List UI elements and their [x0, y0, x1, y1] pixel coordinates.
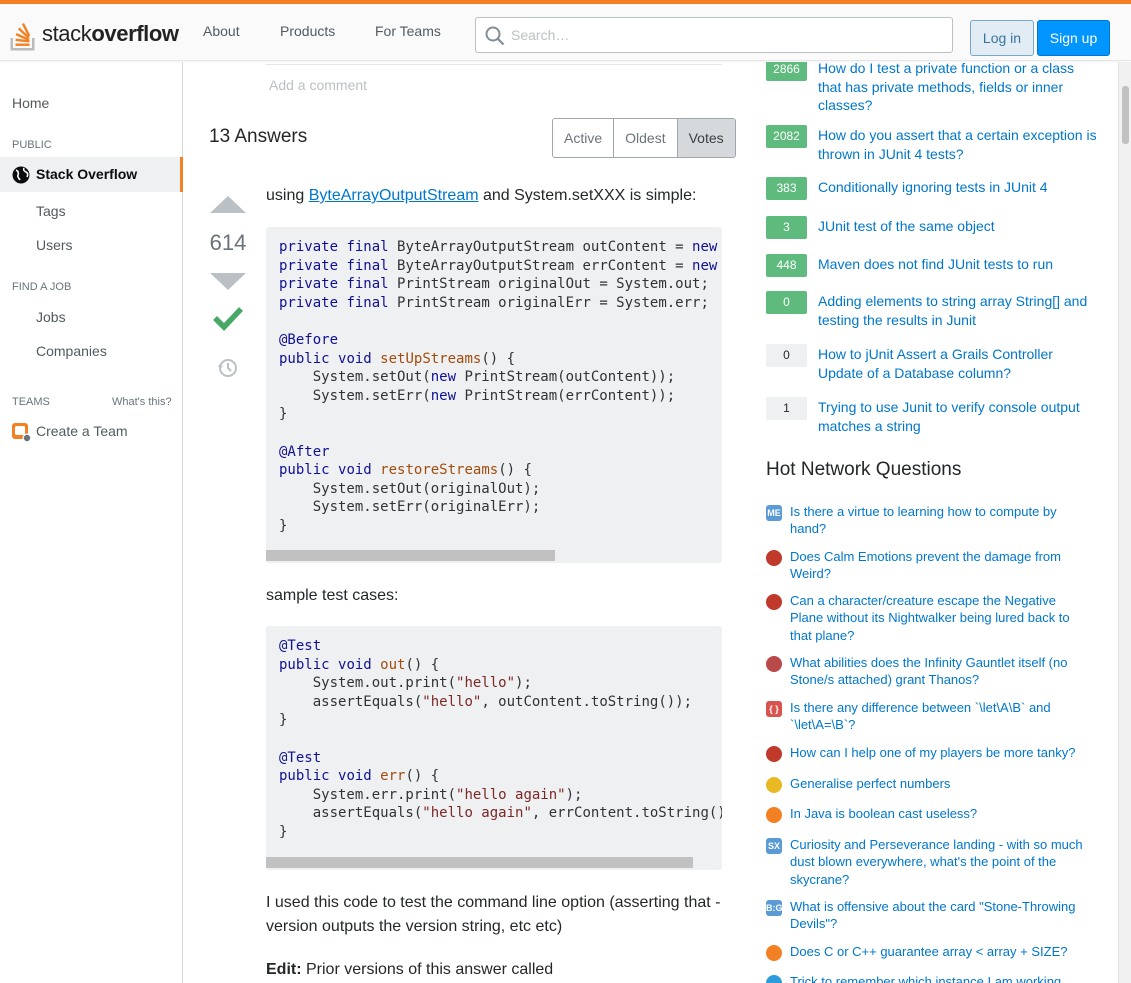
rpg-icon [766, 550, 782, 566]
question-score[interactable]: 2866 [766, 62, 807, 81]
search-icon [485, 26, 505, 46]
divider [266, 64, 722, 65]
tab-votes[interactable]: Votes [677, 119, 735, 157]
stackoverflow-icon [766, 807, 782, 823]
code-block-tests: @Test public void out() { System.out.pri… [266, 626, 722, 870]
search-box[interactable] [475, 17, 953, 53]
linked-question-link[interactable]: JUnit test of the same object [818, 217, 1098, 236]
answer-paragraph: I used this code to test the command lin… [266, 894, 721, 935]
rpg-icon [766, 594, 782, 610]
superuser-icon [766, 975, 782, 983]
hot-network-link[interactable]: Does C or C++ guarantee array < array + … [790, 943, 1090, 960]
tex-icon: { } [766, 701, 782, 717]
hot-network-link[interactable]: Can a character/creature escape the Nega… [790, 592, 1090, 644]
tab-oldest[interactable]: Oldest [614, 119, 678, 157]
hot-network-link[interactable]: Does Calm Emotions prevent the damage fr… [790, 548, 1090, 583]
top-bar: stackoverflow About Products For Teams L… [0, 0, 1131, 61]
hot-network-title: Hot Network Questions [766, 459, 962, 480]
edit-note: Edit: Prior versions of this answer call… [266, 961, 554, 978]
page-scrollbar-thumb[interactable] [1122, 86, 1129, 144]
linked-question-link[interactable]: How to jUnit Assert a Grails Controller … [818, 345, 1098, 382]
question-score[interactable]: 0 [766, 344, 807, 367]
rpg-icon [766, 746, 782, 762]
tab-active[interactable]: Active [553, 119, 615, 157]
teams-icon [12, 423, 32, 443]
linked-question-link[interactable]: How do I test a private function or a cl… [818, 62, 1098, 115]
scifi-icon [766, 656, 782, 672]
sidebar-heading-teams: TEAMS [12, 396, 50, 408]
add-comment-link[interactable]: Add a comment [269, 77, 367, 93]
logo-text: stackoverflow [42, 21, 179, 46]
code-block-setup: private final ByteArrayOutputStream outC… [266, 227, 722, 563]
answer-intro: using ByteArrayOutputStream and System.s… [266, 187, 697, 204]
answer-sort-tabs: Active Oldest Votes [552, 118, 736, 158]
answers-count-heading: 13 Answers [209, 126, 308, 147]
question-score[interactable]: 1 [766, 397, 807, 420]
code-scrollbar[interactable] [266, 857, 693, 868]
whats-this-link[interactable]: What's this? [112, 396, 172, 408]
sidebar-item-tags[interactable]: Tags [36, 203, 66, 219]
code-scrollbar[interactable] [266, 550, 555, 561]
question-score[interactable]: 2082 [766, 125, 807, 148]
downvote-arrow-icon[interactable] [210, 273, 246, 290]
question-score[interactable]: 383 [766, 177, 807, 200]
hot-network-link[interactable]: Is there a virtue to learning how to com… [790, 503, 1090, 538]
question-score[interactable]: 3 [766, 216, 807, 239]
stackoverflow-logo[interactable]: stackoverflow [10, 14, 179, 54]
create-team-label: Create a Team [36, 423, 128, 439]
stackoverflow-logo-icon [10, 23, 35, 51]
accepted-check-icon [213, 307, 243, 331]
sidebar-item-home[interactable]: Home [12, 95, 49, 111]
main-content: Add a comment 13 Answers Active Oldest V… [184, 62, 754, 983]
history-icon[interactable] [217, 357, 239, 379]
boardgames-icon: B:G [766, 900, 783, 916]
stackoverflow-icon [766, 945, 782, 961]
puzzling-icon [766, 777, 782, 793]
globe-icon [12, 166, 30, 184]
hot-network-link[interactable]: What is offensive about the card "Stone-… [790, 898, 1090, 933]
login-button[interactable]: Log in [970, 20, 1034, 56]
search-input[interactable] [511, 25, 941, 45]
hot-network-link[interactable]: In Java is boolean cast useless? [790, 805, 1090, 822]
sidebar-item-stack-overflow[interactable]: Stack Overflow [0, 157, 183, 192]
linked-question-link[interactable]: Conditionally ignoring tests in JUnit 4 [818, 178, 1098, 197]
sidebar-heading-public: PUBLIC [12, 139, 52, 151]
sidebar-item-users[interactable]: Users [36, 237, 73, 253]
question-score[interactable]: 0 [766, 291, 807, 314]
hot-network-link[interactable]: Generalise perfect numbers [790, 775, 1090, 792]
sidebar-item-label: Stack Overflow [36, 166, 138, 182]
hot-network-link[interactable]: How can I help one of my players be more… [790, 744, 1090, 761]
left-sidebar: Home PUBLIC Stack Overflow Tags Users FI… [0, 62, 183, 983]
space-icon: SX [766, 838, 782, 854]
nav-for-teams[interactable]: For Teams [375, 23, 441, 39]
signup-button[interactable]: Sign up [1037, 20, 1110, 56]
hot-network-link[interactable]: Curiosity and Perseverance landing - wit… [790, 836, 1090, 888]
sidebar-item-companies[interactable]: Companies [36, 343, 107, 359]
nav-products[interactable]: Products [280, 23, 335, 39]
create-team-item[interactable]: Create a Team [12, 423, 128, 446]
hot-network-link[interactable]: What abilities does the Infinity Gauntle… [790, 654, 1090, 689]
linked-question-link[interactable]: Adding elements to string array String[]… [818, 292, 1098, 329]
sample-label: sample test cases: [266, 587, 399, 604]
vote-count: 614 [209, 230, 247, 255]
upvote-arrow-icon[interactable] [210, 196, 246, 213]
linked-question-link[interactable]: How do you assert that a certain excepti… [818, 126, 1098, 163]
bytearrayoutputstream-link[interactable]: ByteArrayOutputStream [309, 187, 479, 204]
right-sidebar: 2866 How do I test a private function or … [766, 62, 1106, 983]
sidebar-heading-find-job: FIND A JOB [12, 281, 72, 293]
linked-question-link[interactable]: Trying to use Junit to verify console ou… [818, 398, 1098, 435]
question-score[interactable]: 448 [766, 254, 807, 277]
nav-about[interactable]: About [203, 23, 240, 39]
sidebar-item-jobs[interactable]: Jobs [36, 309, 66, 325]
hot-network-link[interactable]: Is there any difference between `\let\A\… [790, 699, 1090, 734]
page-scrollbar[interactable] [1118, 62, 1131, 983]
matheducators-icon: ME [766, 505, 782, 521]
linked-question-link[interactable]: Maven does not find JUnit tests to run [818, 255, 1098, 274]
hot-network-link[interactable]: Trick to remember which instance I am wo… [790, 973, 1090, 983]
